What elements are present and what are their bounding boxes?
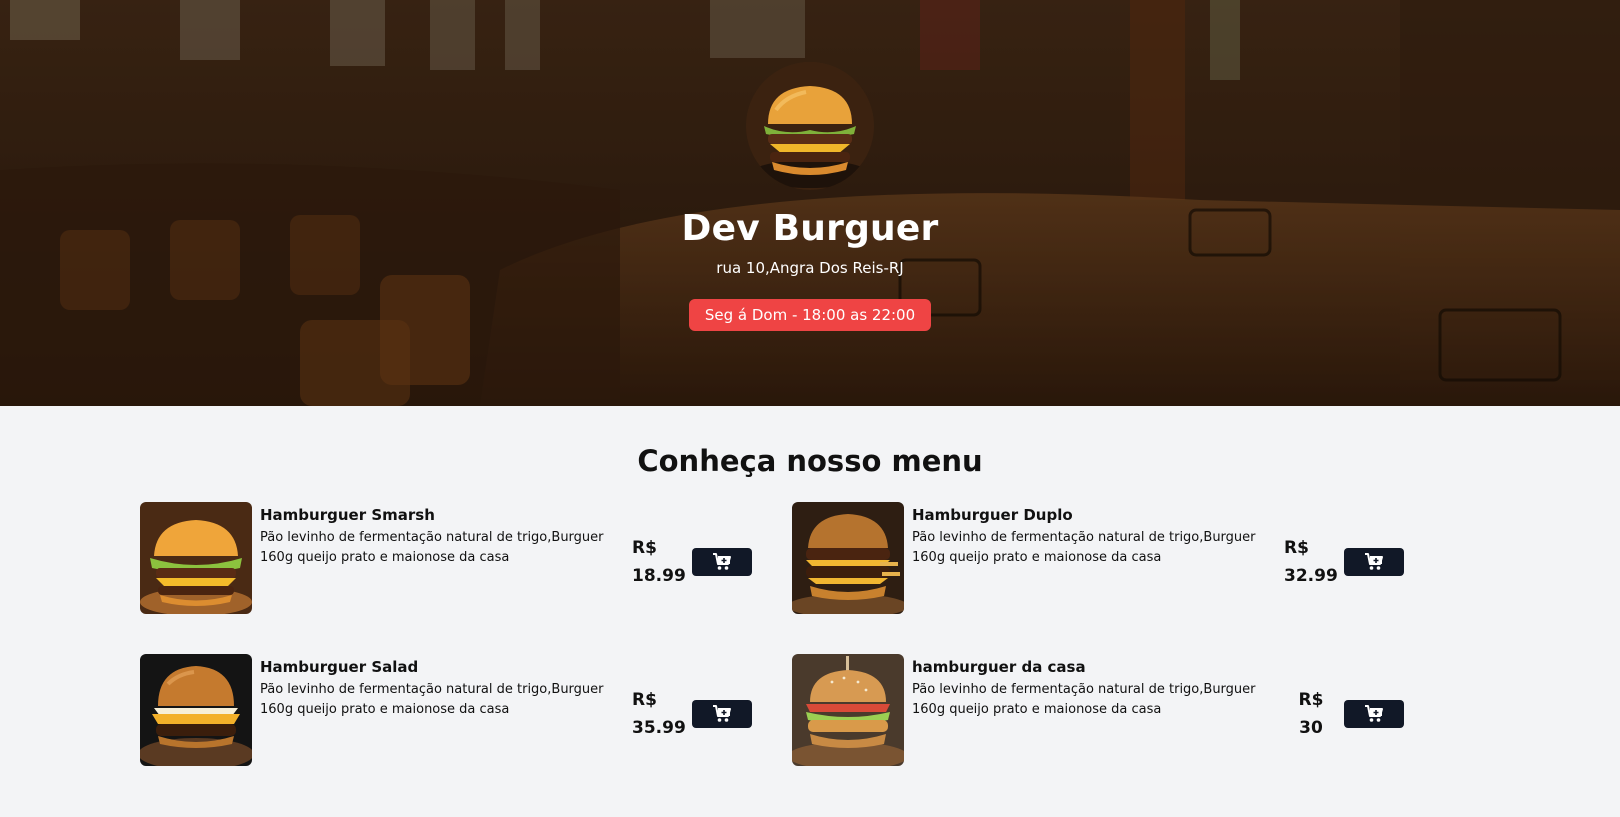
menu-item-description: Pão levinho de fermentação natural de tr… [260, 530, 604, 565]
menu-item-actions: R$ 18.99 [632, 502, 752, 614]
menu-grid: Hamburguer Smarsh Pão levinho de ferment… [140, 502, 1405, 766]
menu-item-price: R$ 35.99 [632, 686, 686, 742]
menu-item: Hamburguer Smarsh Pão levinho de ferment… [140, 502, 752, 614]
price-value: 18.99 [632, 566, 686, 586]
burger-photo-icon [792, 654, 904, 766]
cart-plus-icon [1365, 553, 1383, 570]
menu-item-price: R$ 18.99 [632, 534, 686, 590]
restaurant-name: Dev Burguer [681, 208, 939, 249]
menu-item-description: Pão levinho de fermentação natural de tr… [912, 682, 1256, 717]
burger-logo [746, 62, 874, 190]
price-currency: R$ [632, 538, 657, 558]
menu-item-details: Hamburguer Duplo Pão levinho de fermenta… [912, 502, 1284, 568]
price-value: 30 [1299, 718, 1323, 738]
menu-item: hamburguer da casa Pão levinho de fermen… [792, 654, 1404, 766]
cart-plus-icon [713, 705, 731, 722]
price-currency: R$ [632, 690, 657, 710]
burger-photo-icon [792, 502, 904, 614]
menu-item-name: hamburguer da casa [912, 658, 1086, 676]
hamburguer-duplo-photo [792, 502, 904, 614]
hero-content: Dev Burguer rua 10,Angra Dos Reis-RJ Seg… [0, 62, 1620, 331]
cart-plus-icon [713, 553, 731, 570]
add-to-cart-button[interactable] [1344, 700, 1404, 728]
menu-item-name: Hamburguer Smarsh [260, 506, 435, 524]
hamburguer-da-casa-photo [792, 654, 904, 766]
menu-item-name: Hamburguer Duplo [912, 506, 1073, 524]
menu-item-description: Pão levinho de fermentação natural de tr… [260, 682, 604, 717]
burger-photo-icon [140, 502, 252, 614]
menu-title: Conheça nosso menu [637, 444, 983, 478]
menu-item-details: Hamburguer Salad Pão levinho de fermenta… [260, 654, 632, 720]
menu-item-description: Pão levinho de fermentação natural de tr… [912, 530, 1256, 565]
price-currency: R$ [1284, 538, 1309, 558]
menu-item-name: Hamburguer Salad [260, 658, 419, 676]
hamburguer-smarsh-photo [140, 502, 252, 614]
menu-item-actions: R$ 30 [1284, 654, 1404, 766]
restaurant-address: rua 10,Angra Dos Reis-RJ [716, 259, 904, 277]
menu-item: Hamburguer Duplo Pão levinho de fermenta… [792, 502, 1404, 614]
hamburguer-salad-photo [140, 654, 252, 766]
menu-item-price: R$ 30 [1284, 686, 1338, 742]
add-to-cart-button[interactable] [692, 700, 752, 728]
cart-plus-icon [1365, 705, 1383, 722]
price-currency: R$ [1298, 690, 1324, 710]
price-value: 32.99 [1284, 566, 1338, 586]
menu-section: Conheça nosso menu Hamburguer Smarsh Pão… [0, 406, 1620, 766]
hero-banner: Dev Burguer rua 10,Angra Dos Reis-RJ Seg… [0, 0, 1620, 406]
opening-hours-badge: Seg á Dom - 18:00 as 22:00 [688, 299, 932, 331]
menu-item-price: R$ 32.99 [1284, 534, 1338, 590]
add-to-cart-button[interactable] [692, 548, 752, 576]
price-value: 35.99 [632, 718, 686, 738]
menu-item-details: Hamburguer Smarsh Pão levinho de ferment… [260, 502, 632, 568]
burger-photo-icon [140, 654, 252, 766]
menu-item-actions: R$ 32.99 [1284, 502, 1404, 614]
menu-item-actions: R$ 35.99 [632, 654, 752, 766]
burger-logo-icon [746, 62, 874, 190]
add-to-cart-button[interactable] [1344, 548, 1404, 576]
menu-item: Hamburguer Salad Pão levinho de fermenta… [140, 654, 752, 766]
menu-item-details: hamburguer da casa Pão levinho de fermen… [912, 654, 1284, 720]
